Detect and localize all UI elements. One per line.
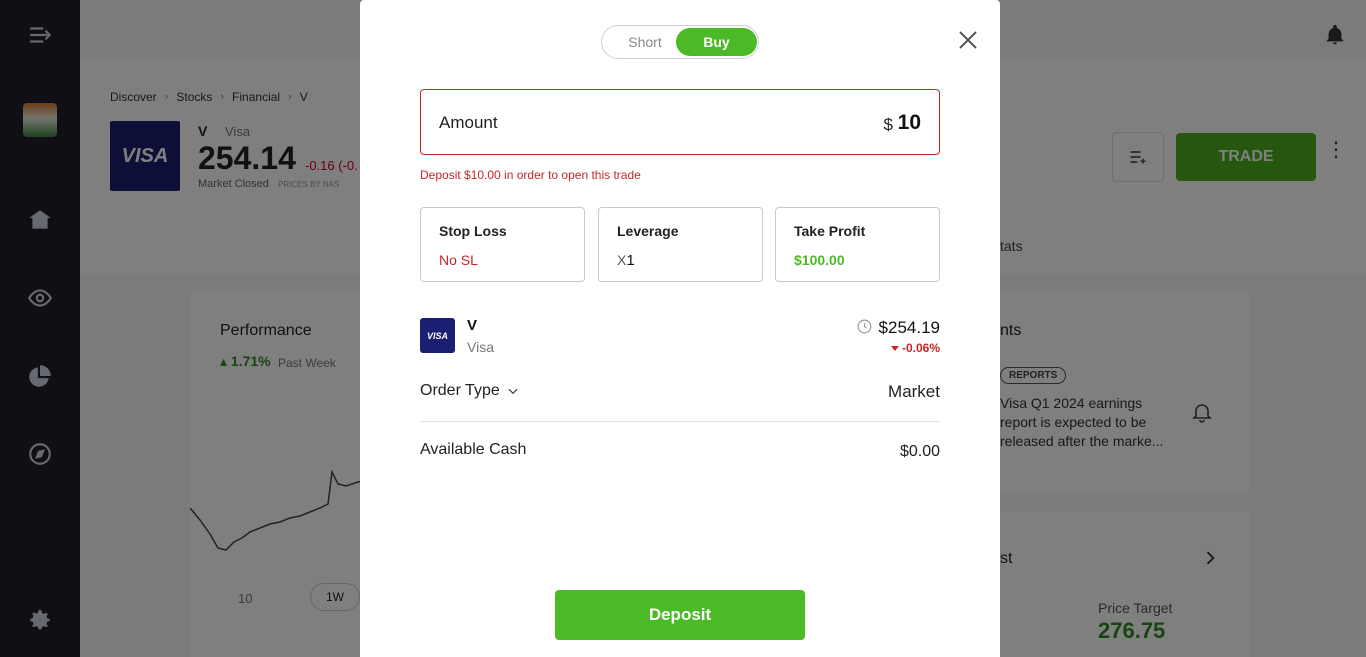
amount-field[interactable]: Amount $ (420, 89, 940, 155)
direction-toggle[interactable]: Short Buy (601, 25, 759, 59)
asset-name: Visa (467, 339, 494, 355)
leverage-label: Leverage (617, 223, 679, 239)
order-type-value: Market (888, 382, 940, 401)
stop-loss-label: Stop Loss (439, 223, 507, 239)
currency-symbol: $ (883, 115, 893, 134)
asset-price: $254.19 (878, 318, 940, 337)
trade-dialog: Short Buy Amount $ Deposit $10.00 in ord… (360, 0, 1000, 657)
stop-loss-value: No SL (439, 252, 478, 268)
asset-logo: VISA (420, 318, 455, 353)
take-profit-label: Take Profit (794, 223, 866, 239)
deposit-button[interactable]: Deposit (555, 590, 805, 640)
order-type-label: Order Type (420, 382, 500, 399)
close-icon[interactable] (956, 28, 980, 52)
leverage-value: X1 (617, 252, 635, 269)
take-profit-value: $100.00 (794, 252, 845, 268)
asset-change-value: -0.06% (901, 341, 940, 355)
asset-symbol: V (467, 317, 478, 334)
asset-change: -0.06% (890, 341, 940, 355)
leverage-prefix: X (617, 252, 627, 268)
take-profit-box[interactable]: Take Profit $100.00 (775, 207, 940, 282)
stop-loss-box[interactable]: Stop Loss No SL (420, 207, 585, 282)
buy-toggle-option[interactable]: Buy (676, 28, 757, 56)
divider (420, 421, 940, 422)
amount-label: Amount (439, 113, 498, 132)
amount-error-message: Deposit $10.00 in order to open this tra… (420, 168, 641, 182)
leverage-box[interactable]: Leverage X1 (598, 207, 763, 282)
available-cash-label: Available Cash (420, 441, 527, 458)
available-cash-value: $0.00 (899, 443, 940, 460)
amount-input[interactable] (895, 108, 921, 138)
order-type-dropdown[interactable]: Order Type (420, 382, 520, 400)
chevron-down-icon (508, 388, 518, 395)
short-toggle-option[interactable]: Short (612, 26, 678, 58)
leverage-multiplier: 1 (626, 252, 635, 269)
clock-icon (856, 318, 873, 335)
down-triangle-icon (890, 346, 899, 351)
